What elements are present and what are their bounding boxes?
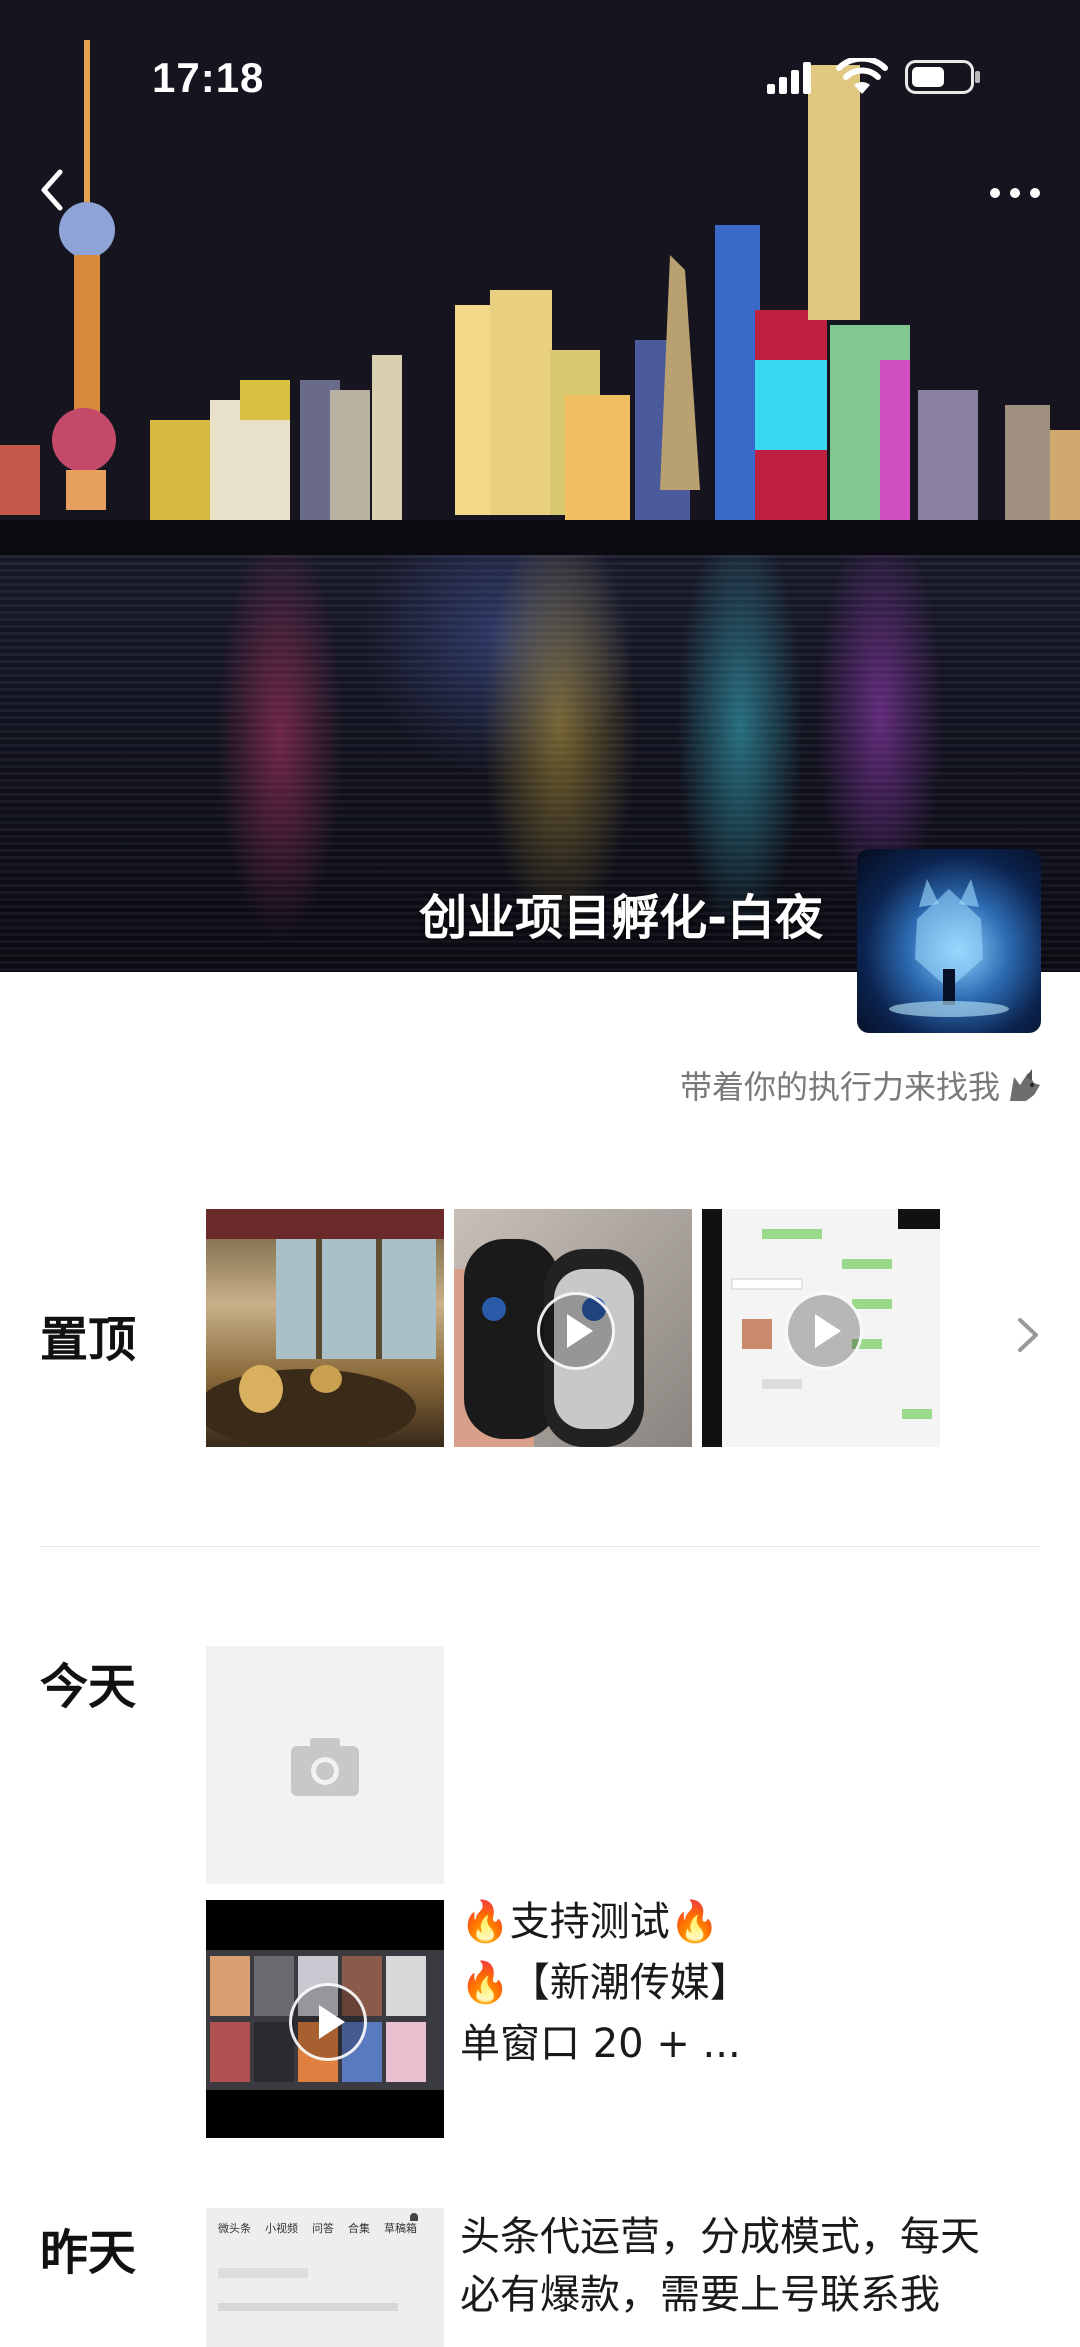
post-line: 🔥支持测试🔥 (460, 1899, 720, 1945)
cellular-signal-icon (767, 62, 811, 94)
thumb-tab: 合集 (348, 2222, 370, 2235)
cover-photo[interactable]: 17:18 创业项目孵化-白夜 (0, 0, 1080, 972)
wolf-emoji-icon (1010, 1069, 1040, 1101)
thumb-tab: 微头条 (218, 2222, 251, 2235)
thumb-tabs: 微头条 小视频 问答 合集 草稿箱 (218, 2220, 417, 2236)
status-bar: 17:18 (0, 0, 1080, 140)
yesterday-post-text[interactable]: 头条代运营，分成模式，每天 必有爆款，需要上号联系我 (460, 2208, 980, 2324)
back-icon[interactable] (30, 160, 90, 220)
post-line: 头条代运营，分成模式，每天 (460, 2214, 980, 2260)
post-line: 必有爆款，需要上号联系我 (460, 2272, 940, 2318)
pinned-thumb-1[interactable] (206, 1209, 444, 1447)
today-label: 今天 (40, 1659, 137, 1715)
post-line: 🔥【新潮传媒】 (460, 1960, 750, 2006)
post-line: 单窗口 20 + ... (460, 2021, 741, 2067)
add-photo-button[interactable] (206, 1646, 444, 1884)
thumb-tab: 小视频 (265, 2222, 298, 2235)
avatar[interactable] (857, 849, 1041, 1033)
profile-signature: 带着你的执行力来找我 (680, 1062, 1044, 1108)
thumb-tab: 问答 (312, 2222, 334, 2235)
play-icon (289, 1983, 367, 2061)
today-post-thumb[interactable] (206, 1900, 444, 2138)
bell-icon (410, 2213, 418, 2221)
yesterday-label: 昨天 (40, 2225, 137, 2281)
thumb-row (218, 2268, 308, 2278)
tea-room-photo (206, 1209, 444, 1447)
battery-icon (905, 60, 980, 94)
play-icon (537, 1292, 615, 1370)
thumb-row (218, 2303, 398, 2311)
yesterday-post-thumb[interactable]: 微头条 小视频 问答 合集 草稿箱 (206, 2208, 444, 2347)
camera-icon (291, 1738, 359, 1796)
wifi-icon (836, 58, 888, 94)
pinned-label: 置顶 (40, 1312, 137, 1368)
play-icon (785, 1292, 863, 1370)
wolf-avatar-image (889, 879, 1009, 1017)
chevron-right-icon[interactable] (1010, 1310, 1046, 1360)
section-divider (40, 1546, 1040, 1547)
signature-text: 带着你的执行力来找我 (679, 1068, 1000, 1106)
pinned-thumb-3[interactable] (702, 1209, 940, 1447)
today-post-text[interactable]: 🔥支持测试🔥 🔥【新潮传媒】 单窗口 20 + ... (460, 1892, 750, 2075)
status-time: 17:18 (152, 54, 265, 101)
profile-name: 创业项目孵化-白夜 (419, 890, 823, 946)
more-icon[interactable] (980, 168, 1050, 218)
pinned-thumb-2[interactable] (454, 1209, 692, 1447)
